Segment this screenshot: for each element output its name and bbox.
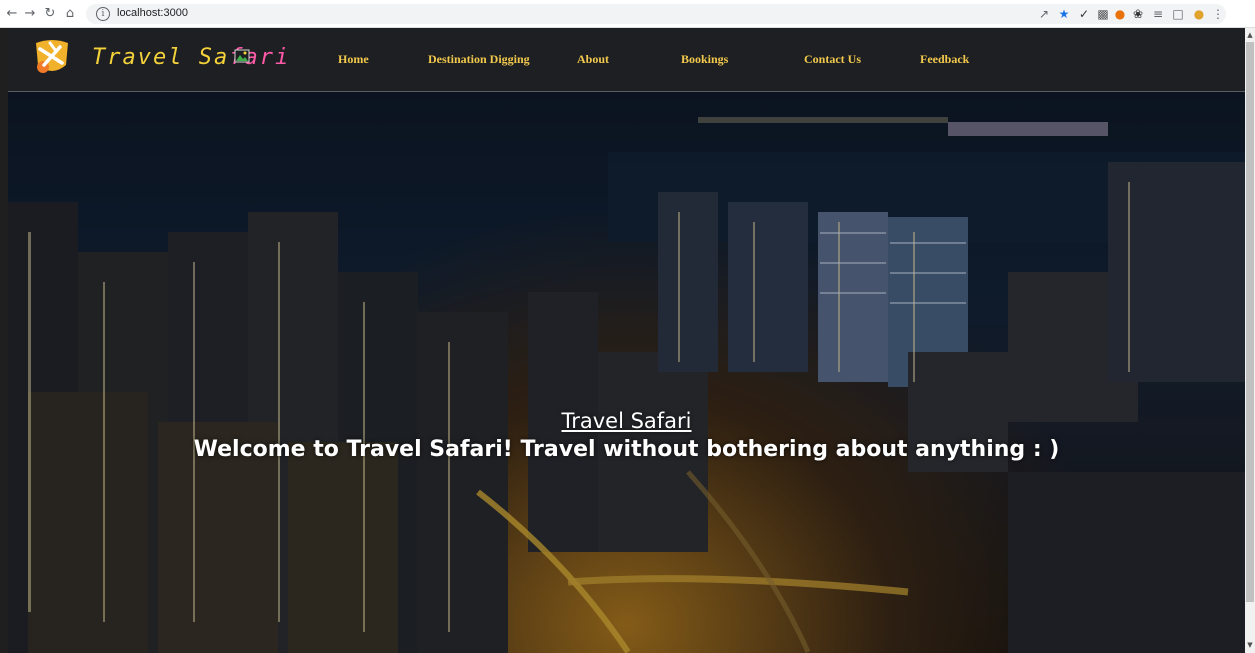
more-menu-icon[interactable]: ⋮ (1212, 5, 1224, 23)
url-text: localhost:3000 (117, 7, 188, 19)
nav-destination-digging[interactable]: Destination Digging (428, 52, 530, 67)
puzzle-icon[interactable]: ❀ (1130, 5, 1146, 23)
reload-icon[interactable]: ↻ (42, 6, 58, 22)
nav-feedback[interactable]: Feedback (920, 52, 969, 67)
travel-safari-logo[interactable] (32, 37, 72, 77)
share-icon[interactable]: ↗ (1036, 5, 1052, 23)
extension-icon[interactable]: ● (1112, 5, 1128, 23)
landscape-icon (234, 49, 250, 63)
page-scrollbar[interactable]: ▲ ▼ (1245, 28, 1255, 653)
reading-list-icon[interactable]: ≡ (1150, 5, 1166, 23)
hero-title: Travel Safari (561, 409, 692, 433)
scroll-down-arrow-icon[interactable]: ▼ (1246, 640, 1254, 650)
hero-subtitle: Welcome to Travel Safari! Travel without… (193, 437, 1060, 462)
brand-name-part1: Travel Sa (92, 45, 230, 70)
nav-about[interactable]: About (577, 52, 609, 67)
profile-avatar-icon[interactable]: ● (1190, 5, 1208, 23)
nav-home[interactable]: Home (338, 52, 369, 67)
forward-arrow-icon[interactable]: → (22, 6, 38, 22)
info-icon[interactable]: i (96, 7, 110, 21)
site-navbar: Travel Safari Home Destination Digging A… (8, 28, 1245, 92)
scroll-up-arrow-icon[interactable]: ▲ (1246, 30, 1254, 40)
side-panel-icon[interactable]: □ (1170, 5, 1186, 23)
checkmark-extension-icon[interactable]: ✓ (1076, 5, 1092, 23)
page: Travel Safari Home Destination Digging A… (0, 28, 1245, 653)
back-arrow-icon[interactable]: ← (4, 6, 20, 22)
nav-bookings[interactable]: Bookings (681, 52, 728, 67)
city-night-background-image (8, 92, 1245, 653)
extension-icon[interactable]: ▩ (1094, 5, 1112, 23)
nav-contact-us[interactable]: Contact Us (804, 52, 861, 67)
home-icon[interactable]: ⌂ (62, 6, 78, 22)
hero-section: Travel Safari Welcome to Travel Safari! … (8, 92, 1245, 653)
brand-name[interactable]: Travel Safari (92, 45, 290, 70)
scrollbar-thumb[interactable] (1246, 42, 1254, 602)
address-bar[interactable]: i localhost:3000 (86, 4, 1226, 24)
bookmark-star-icon[interactable]: ★ (1056, 5, 1072, 23)
browser-toolbar: ← → ↻ ⌂ i localhost:3000 ↗ ★ ✓ ▩ ● ❀ ≡ □… (0, 0, 1255, 28)
